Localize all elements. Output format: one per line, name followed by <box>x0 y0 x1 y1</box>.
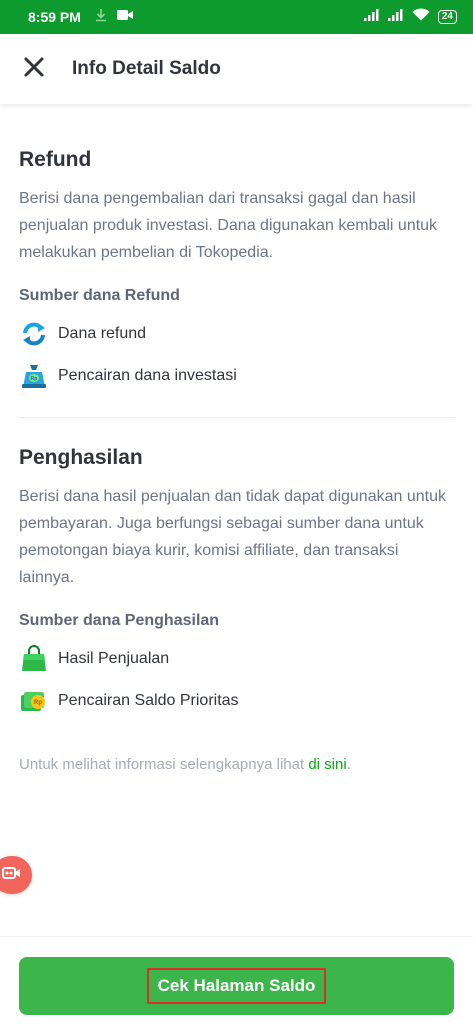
shopping-bag-icon <box>19 644 49 674</box>
money-coin-icon: Rp <box>19 686 49 716</box>
battery-icon: 24 <box>437 10 457 24</box>
close-icon[interactable] <box>23 56 45 83</box>
source-label: Pencairan dana investasi <box>58 367 237 384</box>
svg-text:Rp: Rp <box>31 376 38 382</box>
section-divider <box>19 417 455 418</box>
bottom-bar: Cek Halaman Saldo <box>0 936 473 1025</box>
video-icon <box>116 8 133 26</box>
more-info-text: Untuk melihat informasi selengkapnya lih… <box>19 756 455 773</box>
status-bar: 8:59 PM 24 <box>0 0 473 34</box>
check-balance-label: Cek Halaman Saldo <box>146 968 327 1004</box>
refund-sources-title: Sumber dana Refund <box>19 287 180 304</box>
wifi-icon <box>412 8 430 26</box>
source-label: Pencairan Saldo Prioritas <box>58 692 239 709</box>
content: Refund Berisi dana pengembalian dari tra… <box>19 148 455 773</box>
source-item-dana-refund: Dana refund <box>19 315 455 353</box>
source-label: Hasil Penjualan <box>58 650 170 667</box>
investment-bag-icon: Rp <box>19 361 49 391</box>
page-title: Info Detail Saldo <box>72 58 221 79</box>
status-time: 8:59 PM <box>28 9 81 25</box>
check-balance-button[interactable]: Cek Halaman Saldo <box>19 957 454 1015</box>
refund-section: Refund Berisi dana pengembalian dari tra… <box>19 148 455 395</box>
record-camera-icon[interactable] <box>2 865 22 886</box>
more-info-link[interactable]: di sini <box>308 756 346 773</box>
source-item-hasil-penjualan: Hasil Penjualan <box>19 640 455 678</box>
svg-text:Rp: Rp <box>34 700 42 706</box>
signal-icon <box>363 8 380 26</box>
screen-record-bubble[interactable] <box>0 856 32 894</box>
source-item-pencairan-investasi: Rp Pencairan dana investasi <box>19 357 455 395</box>
penghasilan-section: Penghasilan Berisi dana hasil penjualan … <box>19 446 455 720</box>
app-header: Info Detail Saldo <box>0 34 473 104</box>
refund-title: Refund <box>19 148 92 171</box>
source-label: Dana refund <box>58 325 147 342</box>
close-button[interactable] <box>19 54 49 84</box>
penghasilan-title: Penghasilan <box>19 446 143 469</box>
refund-description: Berisi dana pengembalian dari transaksi … <box>19 190 438 261</box>
refund-arrows-icon <box>19 319 49 349</box>
signal-icon <box>387 8 404 26</box>
source-item-saldo-prioritas: Rp Pencairan Saldo Prioritas <box>19 682 455 720</box>
penghasilan-sources-title: Sumber dana Penghasilan <box>19 612 220 629</box>
more-info-prefix: Untuk melihat informasi selengkapnya lih… <box>19 756 309 773</box>
download-icon <box>95 8 107 27</box>
penghasilan-description: Berisi dana hasil penjualan dan tidak da… <box>19 488 446 586</box>
more-info-suffix: . <box>346 756 351 773</box>
